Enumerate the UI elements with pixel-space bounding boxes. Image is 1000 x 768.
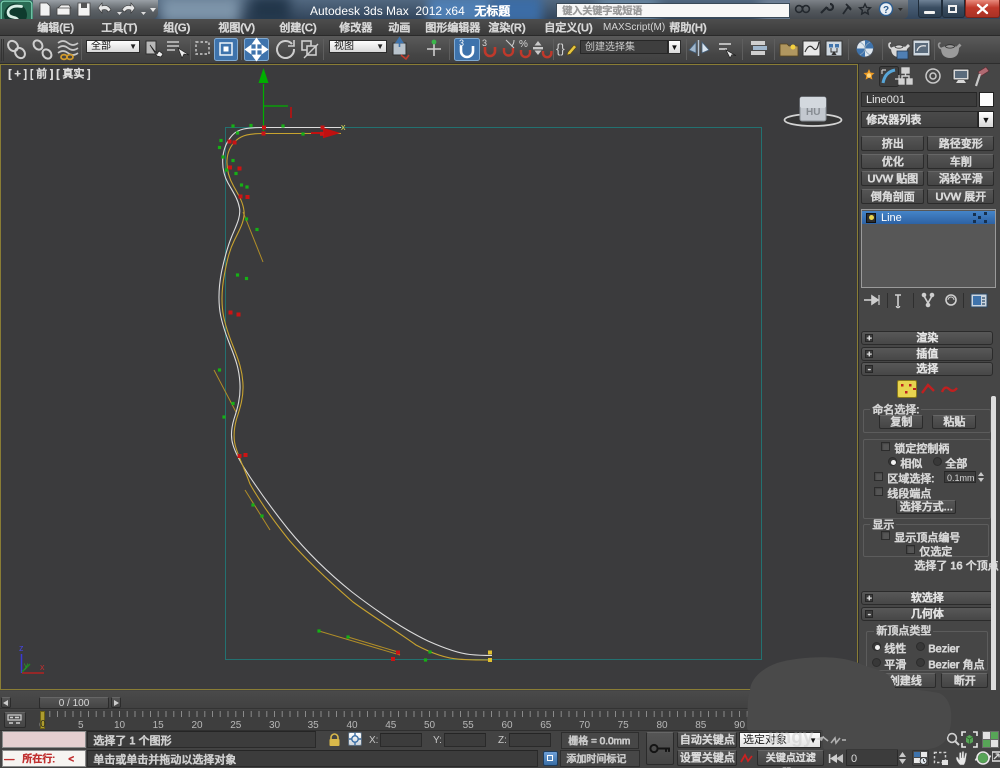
svg-text:?: ? [883,5,889,16]
svg-text:70: 70 [579,720,591,731]
svg-text:x: x [40,662,45,672]
svg-text:3: 3 [459,38,464,48]
svg-text:x: x [341,122,346,132]
svg-text:z: z [19,643,24,653]
svg-text:60: 60 [501,720,513,731]
svg-text:10: 10 [114,720,126,731]
svg-text:95: 95 [773,720,785,731]
svg-text:40: 40 [346,720,358,731]
svg-text:y: y [24,661,28,670]
svg-text:85: 85 [695,720,707,731]
svg-text:{}: {} [556,41,565,56]
svg-text:55: 55 [463,720,475,731]
svg-text:50: 50 [424,720,436,731]
svg-text:90: 90 [734,720,746,731]
svg-text:35: 35 [308,720,320,731]
svg-text:75: 75 [618,720,630,731]
svg-text:25: 25 [230,720,242,731]
svg-text:%: % [519,39,528,50]
svg-text:30: 30 [269,720,281,731]
svg-text:15: 15 [153,720,165,731]
svg-text:45: 45 [385,720,397,731]
svg-text:65: 65 [540,720,552,731]
svg-text:80: 80 [656,720,668,731]
svg-text:5: 5 [78,720,84,731]
svg-text:3: 3 [482,38,487,48]
svg-text:20: 20 [191,720,203,731]
